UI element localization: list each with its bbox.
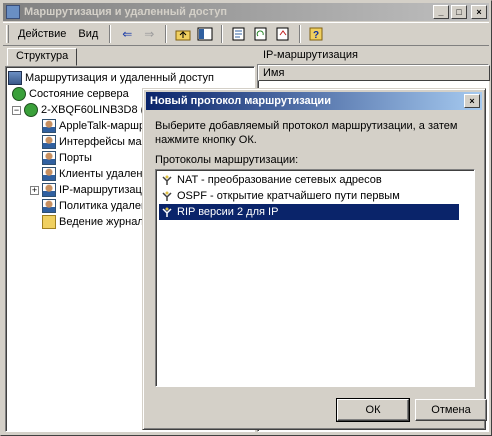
routing-protocol-icon xyxy=(160,173,174,187)
protocol-label: RIP версии 2 для IP xyxy=(177,206,279,218)
toolbar-separator xyxy=(299,25,302,43)
protocol-list-item[interactable]: NAT - преобразование сетевых адресов xyxy=(159,172,459,188)
back-arrow-icon[interactable]: ⇐ xyxy=(118,25,136,43)
tree-item[interactable]: Клиенты удаленн xyxy=(30,166,149,182)
tree-item[interactable]: Маршрутизация и удаленный доступ xyxy=(8,70,214,86)
ok-button[interactable]: ОК xyxy=(336,398,410,422)
protocol-label: NAT - преобразование сетевых адресов xyxy=(177,174,382,186)
person-icon xyxy=(42,119,56,133)
help-icon[interactable]: ? xyxy=(308,25,326,43)
tree-item[interactable]: + IP-маршрутизация xyxy=(30,182,154,198)
toolbar-separator xyxy=(165,25,168,43)
tree-item-label: IP-маршрутизация xyxy=(59,184,154,196)
server-icon xyxy=(24,103,38,117)
right-pane-header: IP-маршрутизация xyxy=(263,49,358,61)
dialog-title: Новый протокол маршрутизации xyxy=(150,95,331,107)
tree-item[interactable]: Порты xyxy=(30,150,92,166)
export-list-icon[interactable] xyxy=(274,25,292,43)
maximize-button[interactable]: □ xyxy=(451,5,467,19)
tree-item-label: Клиенты удаленн xyxy=(59,168,149,180)
column-header-name[interactable]: Имя xyxy=(258,65,490,81)
protocol-label: OSPF - открытие кратчайшего пути первым xyxy=(177,190,400,202)
tree-item[interactable]: − 2-XBQF60LINB3D8 (ло xyxy=(12,102,157,118)
protocol-list-item[interactable]: OSPF - открытие кратчайшего пути первым xyxy=(159,188,459,204)
protocol-list-item[interactable]: RIP версии 2 для IP xyxy=(159,204,459,220)
minimize-button[interactable]: _ xyxy=(433,5,449,19)
properties-icon[interactable] xyxy=(230,25,248,43)
main-window-title: Маршрутизация и удаленный доступ xyxy=(24,6,228,18)
refresh-icon[interactable] xyxy=(252,25,270,43)
dialog-instruction: Выберите добавляемый протокол маршрутиза… xyxy=(155,120,458,146)
expand-icon[interactable]: + xyxy=(30,185,39,195)
protocols-label: Протоколы маршрутизации: xyxy=(155,154,299,166)
tree-item[interactable]: AppleTalk-маршрут xyxy=(30,118,156,134)
routing-protocol-icon xyxy=(160,205,174,219)
toolbar-grip[interactable] xyxy=(6,25,9,43)
close-button[interactable]: × xyxy=(471,5,487,19)
cancel-button[interactable]: Отмена xyxy=(415,399,487,421)
tree-item-label: Ведение журнала xyxy=(59,216,150,228)
folder-icon xyxy=(42,215,56,229)
tree-item[interactable]: Ведение журнала xyxy=(30,214,150,230)
tree-item-label: Политика удален xyxy=(59,200,148,212)
tab-strip: Структура xyxy=(5,48,253,66)
tree-item-label: Состояние сервера xyxy=(29,88,129,100)
new-routing-protocol-dialog: Новый протокол маршрутизации × Выберите … xyxy=(142,88,487,430)
toolbar-separator xyxy=(109,25,112,43)
tab-structure[interactable]: Структура xyxy=(7,48,78,66)
tree-item[interactable]: Политика удален xyxy=(30,198,147,214)
person-icon xyxy=(42,135,56,149)
svg-text:?: ? xyxy=(313,30,319,41)
dialog-titlebar[interactable]: Новый протокол маршрутизации × xyxy=(146,92,482,110)
routing-protocol-icon xyxy=(160,189,174,203)
up-folder-icon[interactable] xyxy=(174,25,192,43)
tree-item-label: Маршрутизация и удаленный доступ xyxy=(25,72,214,84)
person-icon xyxy=(42,167,56,181)
collapse-icon[interactable]: − xyxy=(12,105,21,115)
person-icon xyxy=(42,183,56,197)
main-titlebar[interactable]: Маршрутизация и удаленный доступ _ □ × xyxy=(3,3,489,21)
person-icon xyxy=(42,151,56,165)
computer-icon xyxy=(8,71,22,85)
toolbar: Действие Вид ⇐ ⇒ ? xyxy=(3,22,489,46)
menu-view[interactable]: Вид xyxy=(72,26,104,42)
policy-icon xyxy=(42,199,56,213)
app-icon xyxy=(6,5,20,19)
tree-item-label: Порты xyxy=(59,152,92,164)
tree-item[interactable]: Состояние сервера xyxy=(12,86,129,102)
dialog-close-button[interactable]: × xyxy=(464,94,480,108)
forward-arrow-icon[interactable]: ⇒ xyxy=(140,25,158,43)
tree-item-label: 2-XBQF60LINB3D8 (ло xyxy=(41,104,157,116)
server-status-icon xyxy=(12,87,26,101)
show-hide-tree-icon[interactable] xyxy=(196,25,214,43)
toolbar-separator xyxy=(221,25,224,43)
menu-action[interactable]: Действие xyxy=(12,26,72,42)
protocols-listbox[interactable]: NAT - преобразование сетевых адресов OSPF… xyxy=(155,169,475,387)
